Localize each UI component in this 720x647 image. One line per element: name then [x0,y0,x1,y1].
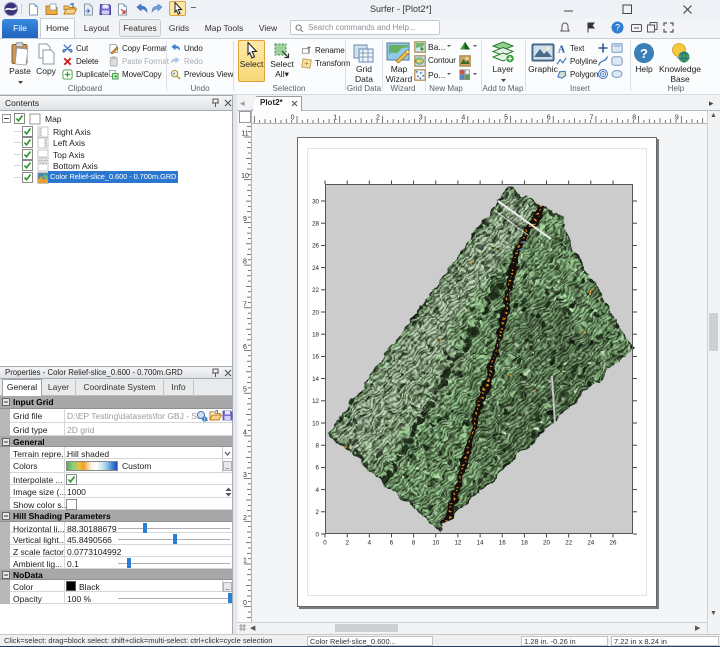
svg-text:24: 24 [312,265,319,272]
svg-text:8: 8 [412,540,416,547]
svg-text:3: 3 [243,472,247,479]
svg-text:2: 2 [376,115,380,122]
svg-text:4: 4 [316,487,320,494]
svg-text:6: 6 [316,465,320,472]
svg-text:10: 10 [312,420,319,427]
svg-text:26: 26 [610,540,617,547]
svg-text:12: 12 [312,398,319,405]
svg-text:4: 4 [243,429,247,436]
svg-text:0: 0 [316,531,320,538]
svg-text:24: 24 [587,540,594,547]
svg-text:5: 5 [243,387,247,394]
svg-text:1: 1 [243,558,247,565]
svg-text:A: A [558,45,566,54]
svg-text:2: 2 [316,509,320,516]
svg-text:28: 28 [312,221,319,228]
svg-text:18: 18 [312,332,319,339]
svg-text:16: 16 [312,354,319,361]
svg-text:8: 8 [243,259,247,266]
svg-text:9: 9 [675,115,679,122]
svg-text:22: 22 [312,287,319,294]
svg-text:16: 16 [499,540,506,547]
svg-text:0: 0 [323,540,327,547]
svg-text:?: ? [615,22,620,32]
svg-text:i: i [204,417,205,422]
svg-text:7: 7 [243,301,247,308]
svg-text:2: 2 [243,515,247,522]
svg-text:7: 7 [589,115,593,122]
svg-text:1: 1 [333,115,337,122]
svg-text:22: 22 [565,540,572,547]
svg-text:18: 18 [521,540,528,547]
svg-text:20: 20 [543,540,550,547]
svg-text:3: 3 [419,115,423,122]
svg-text:20: 20 [312,309,319,316]
svg-text:8: 8 [316,443,320,450]
svg-text:6: 6 [243,344,247,351]
svg-text:4: 4 [368,540,372,547]
svg-text:12: 12 [454,540,461,547]
svg-text:?: ? [640,46,648,61]
svg-text:6: 6 [390,540,394,547]
svg-text:6: 6 [547,115,551,122]
svg-text:0: 0 [243,600,247,607]
svg-text:30: 30 [312,198,319,205]
svg-text:26: 26 [312,243,319,250]
svg-text:9: 9 [243,216,247,223]
svg-text:14: 14 [312,376,319,383]
svg-text:0: 0 [291,115,295,122]
svg-text:2: 2 [345,540,349,547]
svg-text:4: 4 [461,115,465,122]
svg-text:10: 10 [432,540,439,547]
svg-text:14: 14 [477,540,484,547]
svg-text:10: 10 [241,173,249,180]
svg-text:11: 11 [241,131,248,138]
svg-text:8: 8 [632,115,636,122]
svg-text:5: 5 [504,115,508,122]
